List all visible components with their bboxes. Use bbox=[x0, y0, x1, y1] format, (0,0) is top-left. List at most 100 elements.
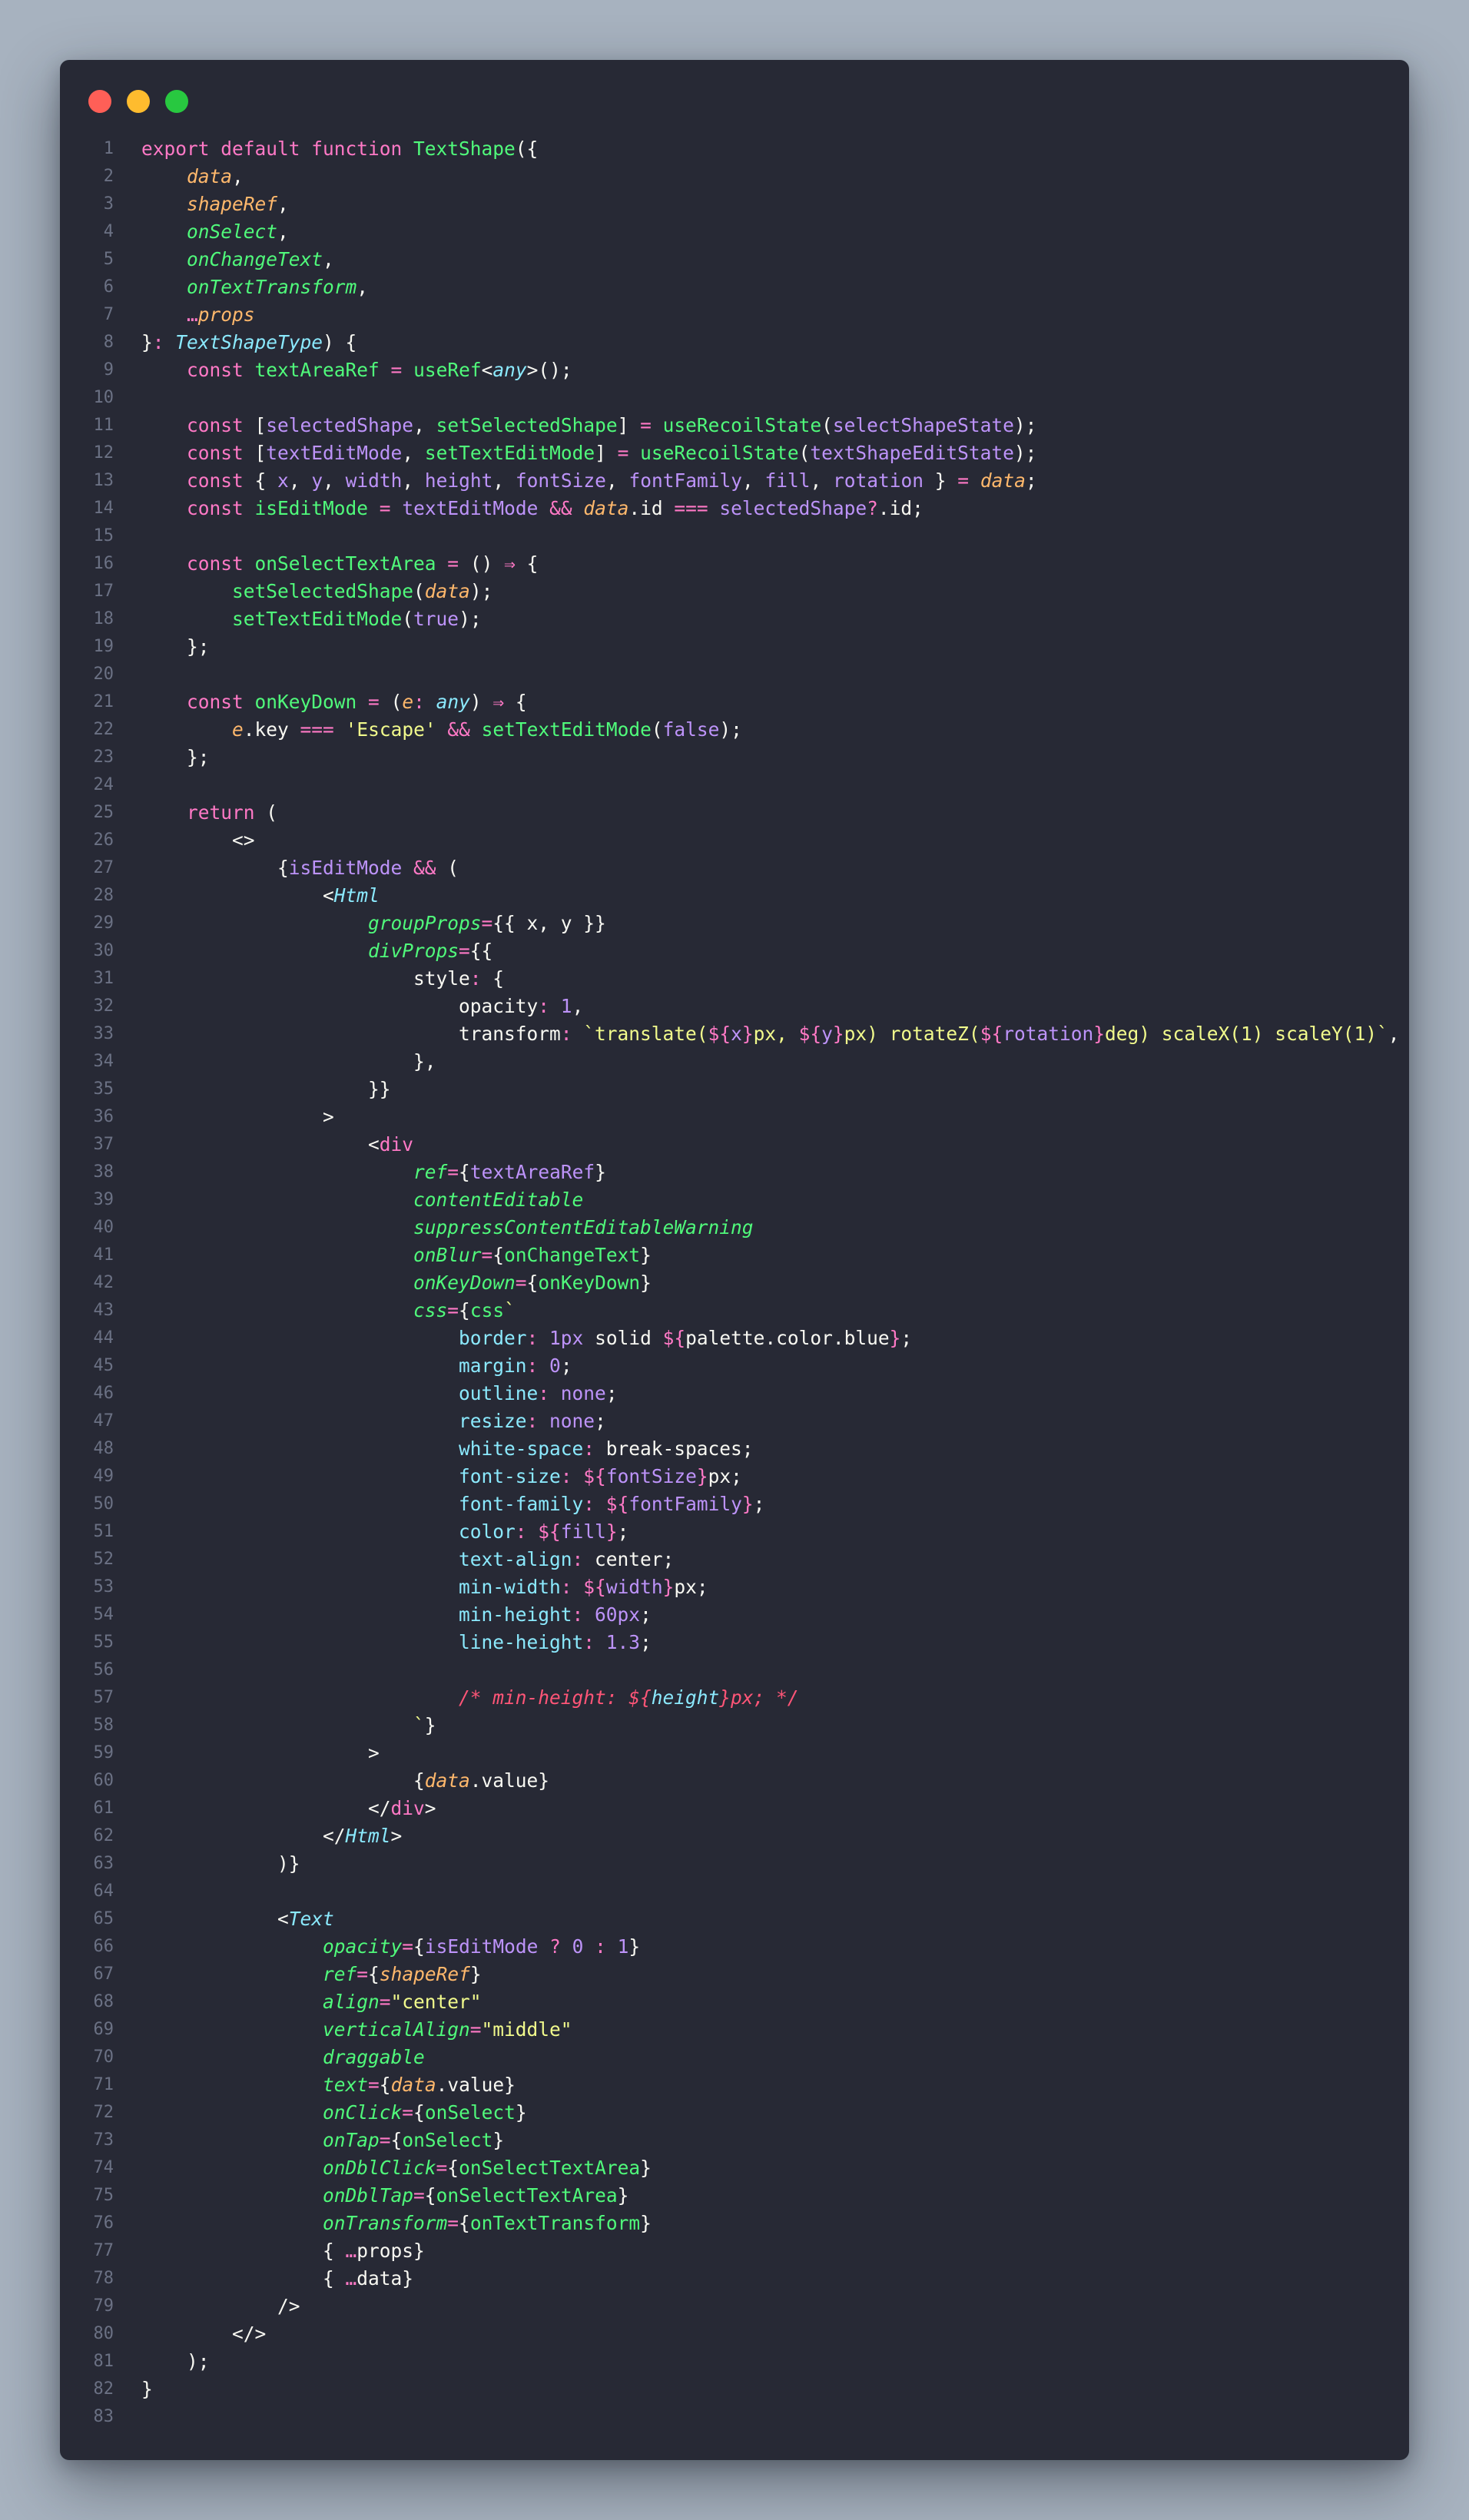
code-token: , bbox=[413, 414, 436, 436]
code-token: … bbox=[187, 303, 198, 326]
code-line: 47 resize: none; bbox=[60, 1408, 1409, 1435]
line-number: 10 bbox=[93, 388, 114, 407]
code-token: : bbox=[560, 1023, 584, 1045]
line-number: 27 bbox=[93, 858, 114, 877]
code-line: 27 {isEditMode && ( bbox=[60, 854, 1409, 882]
code-line: 32 opacity: 1, bbox=[60, 993, 1409, 1020]
code-token: : bbox=[560, 1576, 584, 1598]
code-token: ⇒ bbox=[504, 552, 527, 575]
code-token: = bbox=[379, 359, 414, 381]
code-token: onDblTap bbox=[323, 2184, 414, 2207]
close-window-button[interactable] bbox=[88, 90, 111, 113]
code-token: { bbox=[515, 691, 527, 713]
code-line: 71 text={data.value} bbox=[60, 2071, 1409, 2099]
code-token: ); bbox=[469, 580, 493, 602]
code-token: ); bbox=[719, 718, 742, 741]
code-token: props bbox=[197, 303, 255, 326]
code-token: && bbox=[436, 718, 482, 741]
line-number: 40 bbox=[93, 1218, 114, 1237]
line-number: 11 bbox=[93, 416, 114, 435]
code-token: === bbox=[300, 718, 346, 741]
maximize-window-button[interactable] bbox=[165, 90, 188, 113]
code-line: 67 ref={shapeRef} bbox=[60, 1961, 1409, 1988]
code-token: , bbox=[402, 442, 425, 464]
code-line: 63 )} bbox=[60, 1850, 1409, 1878]
code-line: 34 }, bbox=[60, 1048, 1409, 1076]
code-token: } bbox=[662, 1576, 675, 1598]
code-token: TextShapeType bbox=[175, 331, 323, 353]
line-number: 74 bbox=[93, 2158, 114, 2177]
code-token: } bbox=[469, 1963, 482, 1985]
code-line: 9 const textAreaRef = useRef<any>(); bbox=[60, 356, 1409, 384]
code-token: isEditMode bbox=[424, 1935, 539, 1958]
code-line: 48 white-space: break-spaces; bbox=[60, 1435, 1409, 1463]
code-token: Html bbox=[345, 1825, 391, 1847]
code-text: > bbox=[141, 1739, 380, 1767]
line-number: 29 bbox=[93, 914, 114, 933]
line-number: 61 bbox=[93, 1799, 114, 1818]
code-text: shapeRef, bbox=[141, 191, 289, 218]
line-number: 67 bbox=[93, 1965, 114, 1984]
code-token: : bbox=[538, 1382, 561, 1404]
code-text: e.key === 'Escape' && setTextEditMode(fa… bbox=[141, 716, 742, 744]
code-token: margin bbox=[459, 1354, 527, 1377]
code-token: { bbox=[368, 1963, 380, 1985]
code-token: < bbox=[141, 884, 334, 907]
line-number: 28 bbox=[93, 886, 114, 905]
code-token: </> bbox=[141, 2323, 267, 2345]
line-number: 71 bbox=[93, 2075, 114, 2094]
code-token: const bbox=[187, 359, 255, 381]
code-line: 55 line-height: 1.3; bbox=[60, 1629, 1409, 1656]
line-number: 79 bbox=[93, 2296, 114, 2316]
code-token: /> bbox=[141, 2295, 300, 2317]
code-token: ${ bbox=[605, 1493, 629, 1515]
code-text: onBlur={onChangeText} bbox=[141, 1242, 652, 1269]
code-token: { bbox=[526, 1272, 539, 1294]
code-line: 52 text-align: center; bbox=[60, 1546, 1409, 1573]
code-token: ; bbox=[617, 1520, 629, 1543]
line-number: 17 bbox=[93, 582, 114, 601]
code-line: 7 …props bbox=[60, 301, 1409, 329]
code-token: ; bbox=[605, 1382, 618, 1404]
code-token: : bbox=[583, 1935, 618, 1958]
code-token: > bbox=[424, 1797, 436, 1819]
minimize-window-button[interactable] bbox=[127, 90, 150, 113]
code-token: : bbox=[526, 1410, 550, 1432]
code-token: shapeRef bbox=[379, 1963, 470, 1985]
code-token: any bbox=[436, 691, 470, 713]
code-text: const onSelectTextArea = () ⇒ { bbox=[141, 550, 538, 578]
code-text: align="center" bbox=[141, 1988, 482, 2016]
code-text: const [selectedShape, setSelectedShape] … bbox=[141, 412, 1036, 439]
code-text: css={css` bbox=[141, 1297, 516, 1325]
code-text: <Text bbox=[141, 1905, 334, 1933]
code-text: </Html> bbox=[141, 1822, 402, 1850]
code-token: = bbox=[640, 414, 663, 436]
line-number: 19 bbox=[93, 637, 114, 656]
code-token: 1.3 bbox=[605, 1631, 641, 1653]
code-token: suppressContentEditableWarning bbox=[413, 1216, 754, 1238]
code-token: ); bbox=[459, 608, 482, 630]
code-token: transform bbox=[459, 1023, 561, 1045]
code-token: { bbox=[379, 2074, 391, 2096]
code-line: 20 bbox=[60, 661, 1409, 688]
code-line: 77 { …props} bbox=[60, 2237, 1409, 2265]
code-token: : bbox=[583, 1631, 606, 1653]
code-token: }px; */ bbox=[719, 1686, 799, 1709]
code-token: = bbox=[436, 2157, 448, 2179]
code-token: = bbox=[402, 2101, 414, 2124]
code-token: ); bbox=[141, 2350, 210, 2372]
code-token: textShapeEditState bbox=[810, 442, 1014, 464]
code-token: height bbox=[424, 469, 493, 492]
code-token: draggable bbox=[323, 2046, 425, 2068]
code-token: : bbox=[526, 1327, 550, 1349]
